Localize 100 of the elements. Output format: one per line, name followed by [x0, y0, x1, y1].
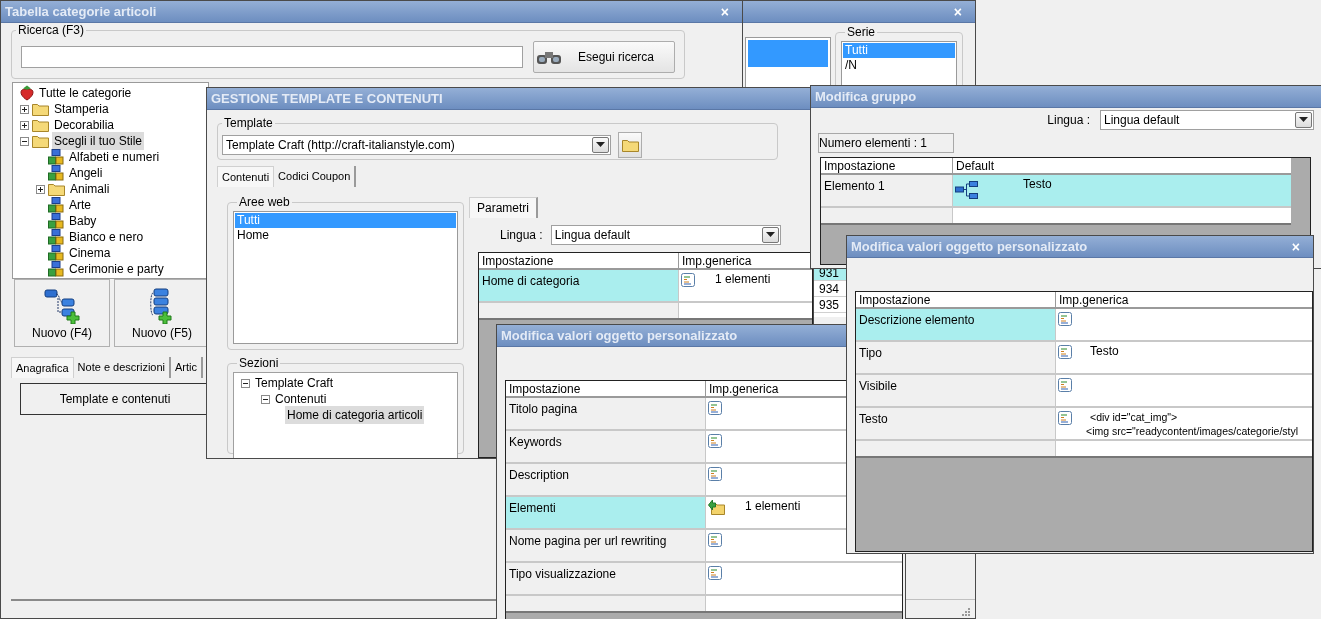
group-label: Sezioni [238, 355, 280, 372]
cell-value: Testo [1023, 177, 1052, 192]
tree-item[interactable]: Stamperia [52, 100, 111, 118]
search-button[interactable]: Esegui ricerca [533, 41, 675, 73]
table-cell: Tipo visualizzazione [506, 563, 706, 594]
tab[interactable]: Note e descrizioni [73, 357, 172, 378]
cell-value: 1 elementi [715, 272, 771, 287]
table-cell: Titolo pagina [506, 398, 706, 429]
caret-icon [1299, 117, 1308, 123]
caret-icon [596, 142, 605, 148]
column-header: Impostazione [482, 254, 554, 268]
blocks-icon [48, 213, 64, 229]
language-dropdown[interactable]: Lingua default [550, 225, 781, 245]
column-header: Impostazione [509, 382, 581, 396]
tree-item[interactable]: Alfabeti e numeri [67, 148, 162, 166]
table-cell: Keywords [506, 431, 706, 462]
tree-item[interactable]: Contenuti [273, 390, 329, 408]
dropdown-button[interactable] [1295, 112, 1312, 128]
tab[interactable]: Codici Coupon [274, 166, 357, 187]
tree-item[interactable]: Scegli il tuo Stile [52, 132, 145, 150]
tree-add-icon [44, 288, 80, 324]
group-label: Template [223, 115, 274, 132]
collapse-icon[interactable] [20, 136, 29, 146]
tree-item[interactable]: Baby [67, 212, 99, 230]
list-item[interactable]: Home [235, 228, 456, 243]
folder-icon [32, 118, 49, 132]
blocks-icon [48, 229, 64, 245]
column-header: Imp.generica [709, 382, 779, 396]
blocks-icon [48, 165, 64, 181]
table-cell: Tipo [856, 342, 1056, 373]
cell-value: <div id="cat_img"> [1090, 410, 1179, 424]
column-header: Impostazione [859, 293, 931, 307]
language-dropdown[interactable]: Lingua default [1100, 110, 1314, 130]
tree-item[interactable]: Angeli [67, 164, 105, 182]
folder-icon [32, 102, 49, 116]
column-header: Impostazione [824, 159, 896, 173]
column-header: Imp.generica [1059, 293, 1129, 307]
tab[interactable]: Artic [171, 357, 204, 378]
column-header: Default [956, 159, 995, 173]
tree-item[interactable]: Bianco e nero [67, 228, 146, 246]
blocks-icon [48, 149, 64, 165]
new-button[interactable]: Nuovo (F4) [14, 279, 110, 347]
expand-icon[interactable] [20, 120, 29, 130]
tree-item[interactable]: Cerimonie e party [67, 260, 166, 278]
cell-value: Testo [1090, 344, 1119, 359]
table-cell: Elemento 1 [821, 175, 953, 206]
table-cell: Visibile [856, 375, 1056, 406]
table-cell: Testo [856, 408, 1056, 439]
binoculars-icon [536, 49, 562, 65]
tree-item[interactable]: Arte [67, 196, 93, 214]
folder-icon [621, 138, 639, 152]
group-label: Serie [846, 24, 876, 41]
folder-icon [32, 134, 49, 148]
hierarchy-icon [955, 181, 979, 199]
table-cell: Home di categoria [479, 270, 679, 301]
window-title: Modifica valori oggetto personalizzato [501, 326, 738, 345]
column-header: Imp.generica [682, 254, 752, 268]
search-field[interactable] [21, 46, 523, 68]
cell-value: 1 elementi [745, 499, 801, 514]
tab[interactable]: Contenuti [217, 166, 275, 187]
tree-item[interactable]: Home di categoria articoli [285, 406, 425, 424]
field-label: Lingua : [500, 227, 543, 244]
blocks-icon [48, 245, 64, 261]
tree-item[interactable]: Decorabilia [52, 116, 117, 134]
dropdown-button[interactable] [592, 137, 609, 153]
table-cell: Description [506, 464, 706, 495]
expand-icon[interactable] [36, 184, 45, 194]
group-label: Ricerca (F3) [17, 22, 85, 39]
resize-grip-icon [961, 607, 971, 617]
tree-item[interactable]: Cinema [67, 244, 113, 262]
window-title: Tabella categorie articoli [5, 2, 157, 21]
table-cell: Nome pagina per url rewriting [506, 530, 706, 561]
window-title: Modifica gruppo [815, 87, 917, 106]
folder-icon [708, 499, 725, 515]
tree-item[interactable]: Template Craft [253, 374, 336, 392]
collapse-icon[interactable] [261, 394, 270, 404]
table-cell: 934 [814, 281, 848, 297]
template-dropdown[interactable]: Template Craft (http://craft-italianstyle.com) [222, 135, 611, 155]
field-label: Lingua : [1047, 112, 1090, 129]
blocks-icon [48, 197, 64, 213]
strawberry-icon [20, 85, 34, 101]
tree-item[interactable]: Tutte le categorie [37, 84, 134, 102]
cell-value: <img src="readycontent/images/categorie/styl [1086, 424, 1299, 438]
folder-button[interactable] [618, 132, 642, 158]
tab[interactable]: Anagrafica [11, 357, 74, 378]
dropdown-button[interactable] [761, 227, 779, 243]
table-cell: Elementi [506, 497, 706, 528]
window-title: GESTIONE TEMPLATE E CONTENUTI [211, 89, 443, 108]
table-cell: 935 [814, 297, 848, 313]
tree-item[interactable]: Animali [68, 180, 112, 198]
caret-icon [765, 232, 775, 238]
tab[interactable]: Parametri [469, 197, 538, 218]
list-item[interactable]: /N [843, 58, 955, 73]
group-label: Aree web [238, 194, 291, 211]
expand-icon[interactable] [20, 104, 29, 114]
folder-icon [48, 182, 65, 196]
table-cell: Descrizione elemento [856, 309, 1056, 340]
count-label: Numero elementi : 1 [818, 133, 954, 153]
window-title: Modifica valori oggetto personalizzato [851, 237, 1088, 256]
collapse-icon[interactable] [241, 378, 250, 388]
